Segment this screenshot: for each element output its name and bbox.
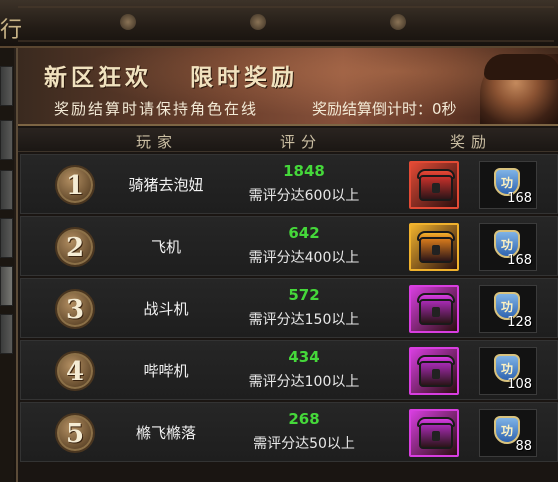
score-value: 642: [288, 224, 320, 242]
table-row: 3 战斗机 572 需评分达150以上 功 128: [20, 278, 558, 338]
ornament-orb-icon: [250, 14, 266, 30]
rank-badge-icon: 5: [55, 413, 95, 453]
score-requirement: 需评分达400以上: [248, 250, 360, 266]
reward-chest-icon[interactable]: [409, 409, 459, 457]
player-name: 哔哔机: [143, 362, 189, 380]
reward-panel: 新区狂欢 限时奖励 奖励结算时请保持角色在线 奖励结算倒计时：0秒 玩家 评分 …: [16, 48, 558, 482]
rank-number: 3: [65, 295, 85, 325]
medal-glyph: 功: [500, 362, 513, 376]
table-row: 2 飞机 642 需评分达400以上 功 168: [20, 216, 558, 276]
merit-medal-slot[interactable]: 功 128: [479, 285, 537, 333]
rank-number: 2: [65, 233, 85, 263]
banner-subtitle: 奖励结算时请保持角色在线: [54, 100, 259, 118]
table-header: 玩家 评分 奖励: [18, 128, 558, 152]
chest-lock: [432, 245, 440, 255]
merit-medal-slot[interactable]: 功 168: [479, 161, 537, 209]
medal-quantity: 128: [507, 315, 532, 330]
event-banner: 新区狂欢 限时奖励 奖励结算时请保持角色在线 奖励结算倒计时：0秒: [18, 48, 558, 126]
hero-portrait: [480, 54, 558, 124]
medal-glyph: 功: [500, 238, 513, 252]
table-row: 4 哔哔机 434 需评分达100以上 功 108: [20, 340, 558, 400]
side-tab[interactable]: [0, 120, 13, 160]
side-tab-column: [0, 48, 14, 482]
side-tab[interactable]: [0, 314, 13, 354]
score-value: 572: [288, 286, 320, 304]
ornament-orb-icon: [390, 14, 406, 30]
score-requirement: 需评分达100以上: [248, 374, 360, 390]
table-row: 5 樤飞樤落 268 需评分达50以上 功 88: [20, 402, 558, 462]
rank-badge-icon: 2: [55, 227, 95, 267]
side-tab[interactable]: [0, 218, 13, 258]
window-top-bar: 行: [0, 0, 558, 48]
score-requirement: 需评分达600以上: [248, 188, 360, 204]
banner-title-right: 限时奖励: [190, 64, 298, 91]
reward-chest-icon[interactable]: [409, 223, 459, 271]
hero-hair: [484, 54, 558, 80]
side-tab[interactable]: [0, 170, 13, 210]
countdown-text: 奖励结算倒计时：0秒: [312, 100, 457, 118]
chest-lock: [432, 307, 440, 317]
header-score: 评分: [280, 133, 323, 151]
merit-medal-slot[interactable]: 功 108: [479, 347, 537, 395]
medal-quantity: 108: [507, 377, 532, 392]
rank-number: 5: [65, 419, 85, 449]
score-value: 268: [288, 410, 320, 428]
dragon-ornament: [18, 6, 554, 42]
rank-badge-icon: 1: [55, 165, 95, 205]
player-name: 樤飞樤落: [135, 424, 196, 442]
score-requirement: 需评分达150以上: [248, 312, 360, 328]
player-name: 战斗机: [143, 300, 189, 318]
score-value: 1848: [283, 162, 325, 180]
chest-lock: [432, 369, 440, 379]
medal-quantity: 168: [507, 253, 532, 268]
merit-medal-slot[interactable]: 功 168: [479, 223, 537, 271]
medal-glyph: 功: [500, 300, 513, 314]
banner-title-left: 新区狂欢: [44, 64, 152, 91]
rank-number: 4: [65, 357, 85, 387]
side-tab[interactable]: [0, 66, 13, 106]
score-value: 434: [288, 348, 320, 366]
header-reward: 奖励: [450, 133, 493, 151]
rank-number: 1: [65, 171, 85, 201]
medal-glyph: 功: [500, 176, 513, 190]
chest-lock: [432, 183, 440, 193]
medal-quantity: 88: [515, 439, 532, 454]
table-row: 1 骑猪去泡妞 1848 需评分达600以上 功 168: [20, 154, 558, 214]
chest-lock: [432, 431, 440, 441]
rank-badge-icon: 4: [55, 351, 95, 391]
medal-glyph: 功: [500, 424, 513, 438]
score-requirement: 需评分达50以上: [253, 436, 355, 452]
medal-quantity: 168: [507, 191, 532, 206]
rank-badge-icon: 3: [55, 289, 95, 329]
reward-chest-icon[interactable]: [409, 347, 459, 395]
reward-chest-icon[interactable]: [409, 285, 459, 333]
merit-medal-slot[interactable]: 功 88: [479, 409, 537, 457]
player-name: 飞机: [150, 238, 181, 256]
header-player: 玩家: [136, 133, 179, 151]
ornament-orb-icon: [120, 14, 136, 30]
game-window: 行 新区狂欢 限时奖励 奖励结算时请保持角色在线 奖励结算倒计时：0秒 玩家 评…: [0, 0, 558, 482]
reward-chest-icon[interactable]: [409, 161, 459, 209]
side-tab-active[interactable]: [0, 266, 13, 306]
player-name: 骑猪去泡妞: [128, 176, 204, 194]
